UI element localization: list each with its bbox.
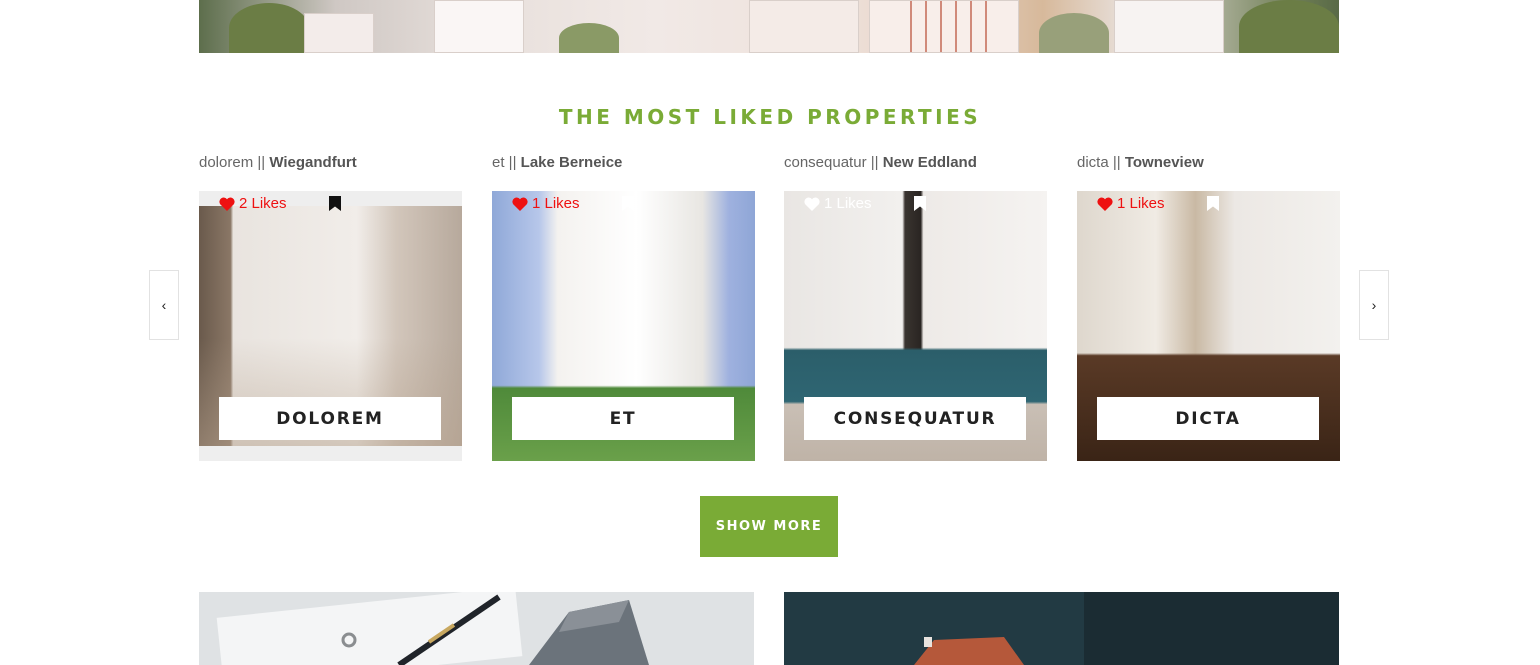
card-title[interactable]: dolorem || Wiegandfurt bbox=[199, 154, 357, 171]
bookmark-icon[interactable] bbox=[914, 196, 926, 211]
title-separator: || bbox=[1108, 154, 1125, 171]
chevron-left-icon: ‹ bbox=[161, 297, 167, 313]
property-card[interactable]: 1 Likes ET bbox=[492, 191, 755, 461]
likes-counter[interactable]: 1 Likes bbox=[804, 195, 872, 212]
chevron-right-icon: › bbox=[1371, 297, 1377, 313]
likes-counter[interactable]: 2 Likes bbox=[219, 195, 287, 212]
likes-counter[interactable]: 1 Likes bbox=[1097, 195, 1165, 212]
card-subtitle: consequatur bbox=[784, 154, 867, 171]
card-city: Towneview bbox=[1124, 154, 1204, 171]
card-subtitle: dicta bbox=[1077, 154, 1109, 171]
title-separator: || bbox=[504, 154, 521, 171]
card-city: Lake Berneice bbox=[520, 154, 623, 171]
card-title[interactable]: consequatur || New Eddland bbox=[784, 154, 977, 171]
likes-label: 2 Likes bbox=[239, 195, 287, 212]
property-name[interactable]: DOLOREM bbox=[219, 397, 441, 440]
bookmark-icon[interactable] bbox=[1207, 196, 1219, 211]
heart-icon bbox=[219, 197, 235, 211]
likes-label: 1 Likes bbox=[532, 195, 580, 212]
page: THE MOST LIKED PROPERTIES dolorem || Wie… bbox=[0, 0, 1540, 665]
heart-icon bbox=[804, 197, 820, 211]
banner-image bbox=[199, 0, 1339, 53]
property-name[interactable]: CONSEQUATUR bbox=[804, 397, 1026, 440]
card-subtitle: et bbox=[492, 154, 505, 171]
card-title[interactable]: et || Lake Berneice bbox=[492, 154, 622, 171]
card-city: New Eddland bbox=[882, 154, 977, 171]
carousel-next-button[interactable]: › bbox=[1359, 270, 1389, 340]
likes-label: 1 Likes bbox=[824, 195, 872, 212]
section-title: THE MOST LIKED PROPERTIES bbox=[558, 105, 982, 129]
card-title[interactable]: dicta || Towneview bbox=[1077, 154, 1204, 171]
title-separator: || bbox=[866, 154, 883, 171]
property-card[interactable]: 2 Likes DOLOREM bbox=[199, 191, 462, 461]
bookmark-icon[interactable] bbox=[622, 196, 634, 211]
card-subtitle: dolorem bbox=[199, 154, 254, 171]
property-card[interactable]: 1 Likes CONSEQUATUR bbox=[784, 191, 1047, 461]
title-separator: || bbox=[253, 154, 270, 171]
heart-icon bbox=[512, 197, 528, 211]
property-name[interactable]: DICTA bbox=[1097, 397, 1319, 440]
show-more-button[interactable]: SHOW MORE bbox=[700, 496, 838, 557]
likes-counter[interactable]: 1 Likes bbox=[512, 195, 580, 212]
card-city: Wiegandfurt bbox=[269, 154, 357, 171]
carousel-prev-button[interactable]: ‹ bbox=[149, 270, 179, 340]
heart-icon bbox=[1097, 197, 1113, 211]
bookmark-icon[interactable] bbox=[329, 196, 341, 211]
house-model-image bbox=[784, 592, 1339, 665]
contract-keys-image bbox=[199, 592, 754, 665]
property-name[interactable]: ET bbox=[512, 397, 734, 440]
likes-label: 1 Likes bbox=[1117, 195, 1165, 212]
property-card[interactable]: 1 Likes DICTA bbox=[1077, 191, 1340, 461]
